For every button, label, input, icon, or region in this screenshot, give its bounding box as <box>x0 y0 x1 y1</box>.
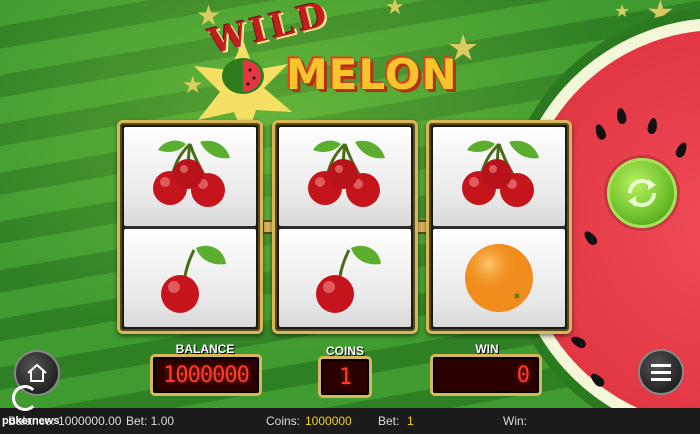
reel-3 <box>426 120 572 334</box>
reel-1 <box>117 120 263 334</box>
status-coins-value: 1000000 <box>305 414 352 428</box>
orange-icon <box>465 243 533 312</box>
spin-button[interactable] <box>607 158 677 228</box>
reel-symbol-cherry <box>279 228 411 327</box>
status-win-label: Win: <box>503 414 527 428</box>
status-coins-label: Coins: <box>266 414 301 428</box>
status-bet-value: 1 <box>407 414 414 428</box>
coins-display[interactable]: 1 <box>318 356 372 398</box>
reel-symbol-cherries <box>279 127 411 226</box>
status-bet-label: Bet: <box>378 414 400 428</box>
star-decoration: ★ <box>614 1 631 21</box>
spin-arrows-icon <box>627 178 657 208</box>
logo-melon-text: MELON <box>286 50 458 99</box>
status-bar: Balance: 1000000.00 Bet: 1.00 Coins: 100… <box>0 408 700 434</box>
cherries-icon <box>462 140 539 208</box>
reel-2 <box>272 120 418 334</box>
reel-symbol-cherries <box>433 127 565 226</box>
status-bet: Bet: 1.00 <box>126 414 175 428</box>
win-display: 0 <box>430 354 542 396</box>
game-stage: ★ ★ ★ ★ ★ ★ ★ WILD MELON <box>0 0 700 408</box>
cherries-icon <box>308 140 385 208</box>
pokernews-text: pokernews <box>2 415 60 427</box>
menu-button[interactable] <box>638 349 684 395</box>
reel-symbol-cherry <box>124 228 256 327</box>
cherry-icon <box>161 245 226 313</box>
reel-symbol-orange <box>433 228 565 327</box>
home-icon <box>27 363 47 382</box>
cherries-icon <box>153 140 230 208</box>
watermelon-logo-icon <box>222 58 264 94</box>
balance-display: 1000000 <box>150 354 262 396</box>
cherry-icon <box>316 245 381 313</box>
star-decoration: ★ <box>385 0 405 19</box>
reel-symbol-cherries <box>124 127 256 226</box>
pokernews-watermark: pokernews <box>2 385 59 431</box>
pokernews-logo-icon <box>12 385 38 411</box>
hamburger-menu-icon <box>651 364 671 381</box>
